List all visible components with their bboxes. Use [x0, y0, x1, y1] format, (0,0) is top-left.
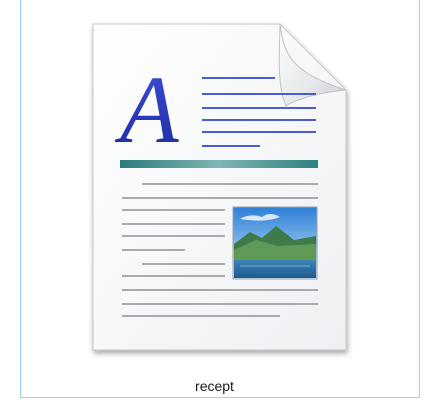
letter-a-glyph: A [114, 56, 179, 163]
wordpad-document-icon[interactable]: A [80, 14, 360, 364]
divider-bar [120, 160, 318, 168]
file-name-label[interactable]: recept [0, 377, 429, 395]
landscape-picture [232, 206, 318, 280]
